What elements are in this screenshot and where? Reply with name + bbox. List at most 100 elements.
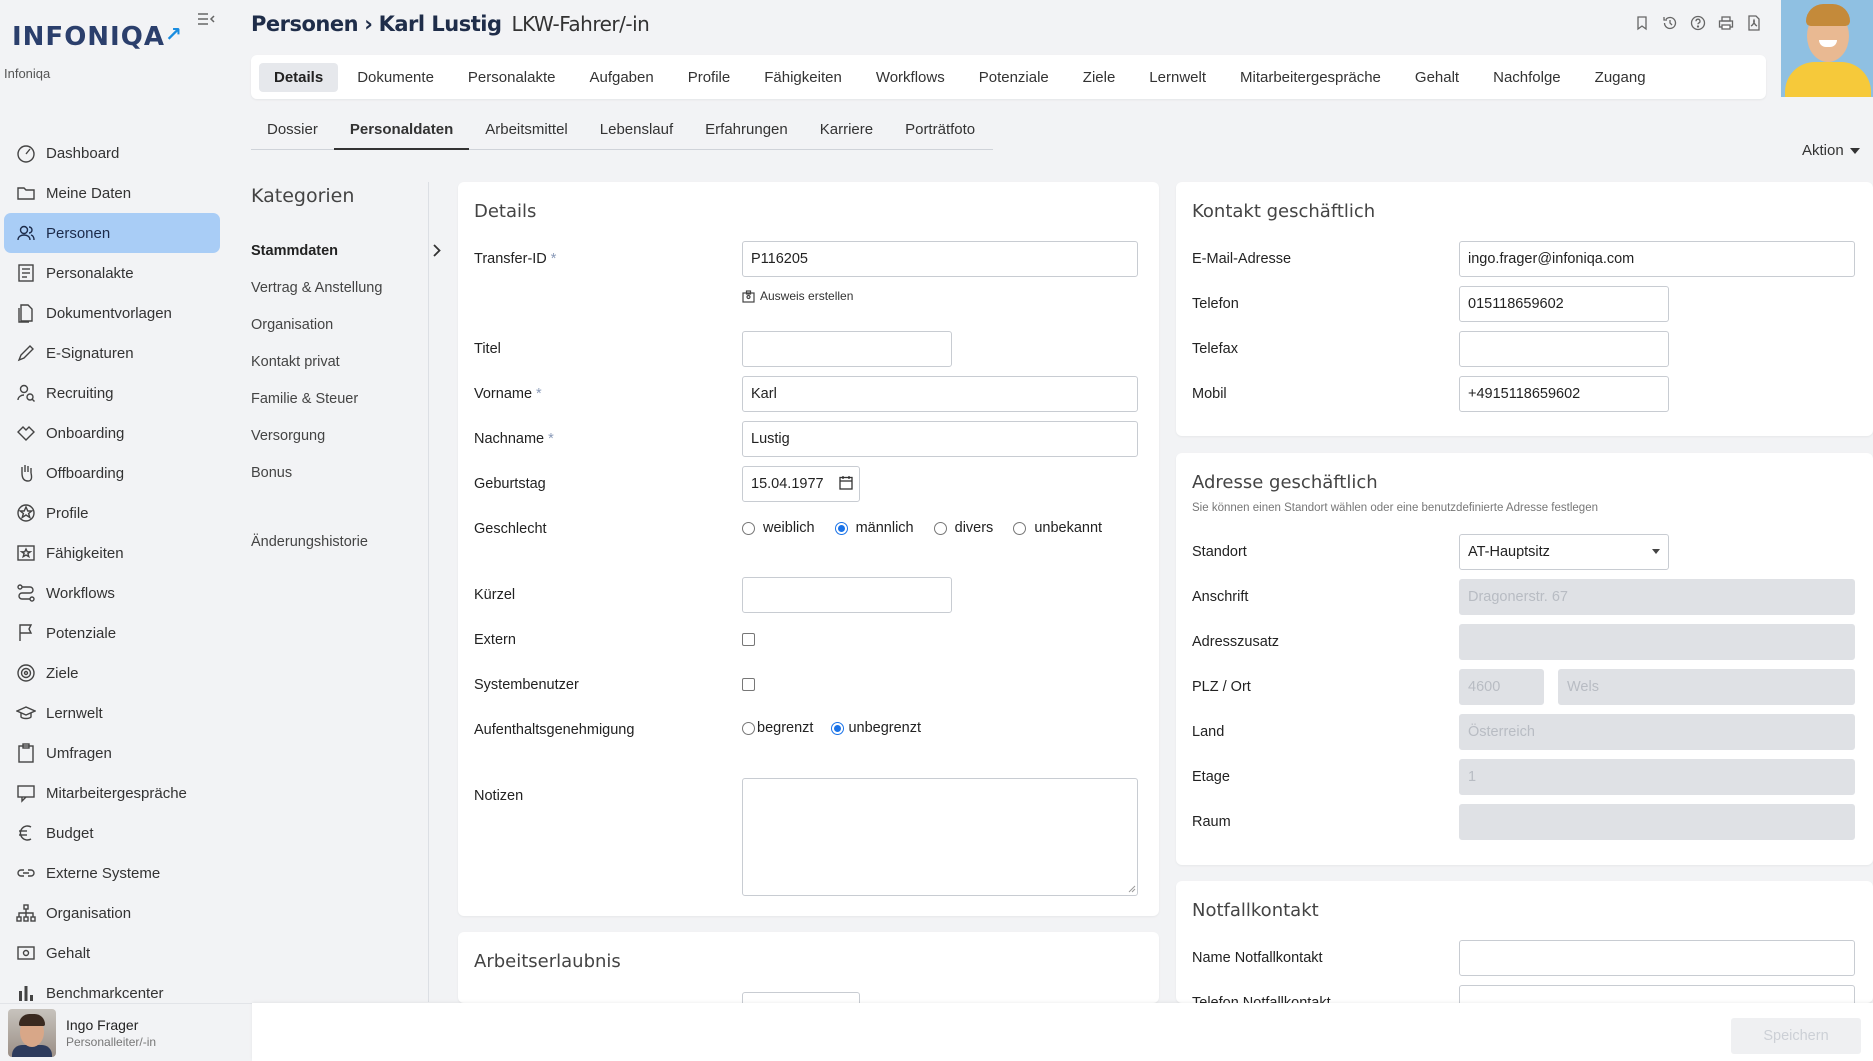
sidebar-item-workflows[interactable]: Workflows xyxy=(4,573,220,613)
kategorie-vertrag-anstellung[interactable]: Vertrag & Anstellung xyxy=(251,269,441,306)
titel-input[interactable] xyxy=(742,331,952,367)
tab-profile[interactable]: Profile xyxy=(673,63,746,92)
subtab-dossier[interactable]: Dossier xyxy=(251,115,334,150)
workflow-icon xyxy=(14,581,38,605)
geschlecht-divers-radio[interactable]: divers xyxy=(933,520,993,536)
print-icon[interactable] xyxy=(1718,15,1734,31)
clipboard-icon xyxy=(14,741,38,765)
arbeitserlaubnis-input[interactable] xyxy=(742,992,860,1003)
kategorie-bonus[interactable]: Bonus xyxy=(251,454,441,491)
nachname-input[interactable]: Lustig xyxy=(742,421,1138,457)
sidebar-item-faehigkeiten[interactable]: Fähigkeiten xyxy=(4,533,220,573)
bookmark-icon[interactable] xyxy=(1634,15,1650,31)
sidebar-item-umfragen[interactable]: Umfragen xyxy=(4,733,220,773)
sidebar-item-personen[interactable]: Personen xyxy=(4,213,220,253)
kategorie-organisation[interactable]: Organisation xyxy=(251,306,441,343)
tab-dokumente[interactable]: Dokumente xyxy=(342,63,449,92)
tab-mitarbeitergespraeche[interactable]: Mitarbeitergespräche xyxy=(1225,63,1396,92)
save-button[interactable]: Speichern xyxy=(1731,1018,1861,1054)
raum-input[interactable] xyxy=(1459,804,1855,840)
kategorie-stammdaten[interactable]: Stammdaten xyxy=(251,232,441,269)
history-icon[interactable] xyxy=(1662,15,1678,31)
tab-nachfolge[interactable]: Nachfolge xyxy=(1478,63,1576,92)
sidebar-item-organisation[interactable]: Organisation xyxy=(4,893,220,933)
sidebar-item-potenziale[interactable]: Potenziale xyxy=(4,613,220,653)
breadcrumb-personen[interactable]: Personen xyxy=(251,12,359,36)
tab-details[interactable]: Details xyxy=(259,62,339,92)
aktion-dropdown[interactable]: Aktion xyxy=(1802,142,1860,159)
subtab-portraetfoto[interactable]: Porträtfoto xyxy=(889,115,991,150)
sidebar-item-ziele[interactable]: Ziele xyxy=(4,653,220,693)
pdf-icon[interactable] xyxy=(1746,15,1762,31)
sidebar-item-lernwelt[interactable]: Lernwelt xyxy=(4,693,220,733)
kategorie-aenderungshistorie[interactable]: Änderungshistorie xyxy=(251,523,441,560)
document-icon xyxy=(14,301,38,325)
sidebar-item-gehalt[interactable]: Gehalt xyxy=(4,933,220,973)
notfall-name-input[interactable] xyxy=(1459,940,1855,976)
aufenthalt-unbegrenzt-radio[interactable]: unbegrenzt xyxy=(831,720,921,736)
sidebar-item-mitarbeitergespraeche[interactable]: Mitarbeitergespräche xyxy=(4,773,220,813)
kategorie-kontakt-privat[interactable]: Kontakt privat xyxy=(251,343,441,380)
ort-input[interactable]: Wels xyxy=(1558,669,1855,705)
tab-personalakte[interactable]: Personalakte xyxy=(453,63,571,92)
person-photo[interactable] xyxy=(1781,0,1873,97)
tab-potenziale[interactable]: Potenziale xyxy=(964,63,1064,92)
calendar-icon[interactable] xyxy=(839,475,853,490)
tab-aufgaben[interactable]: Aufgaben xyxy=(574,63,668,92)
tab-zugang[interactable]: Zugang xyxy=(1580,63,1661,92)
sidebar-item-budget[interactable]: Budget xyxy=(4,813,220,853)
telefax-input[interactable] xyxy=(1459,331,1669,367)
help-icon[interactable] xyxy=(1690,15,1706,31)
sidebar-item-meine-daten[interactable]: Meine Daten xyxy=(4,173,220,213)
infoniqa-logo[interactable]: INFONIQA↗ xyxy=(12,22,183,52)
collapse-sidebar-icon[interactable] xyxy=(197,12,217,30)
sidebar-item-offboarding[interactable]: Offboarding xyxy=(4,453,220,493)
anschrift-input[interactable]: Dragonerstr. 67 xyxy=(1459,579,1855,615)
etage-input[interactable]: 1 xyxy=(1459,759,1855,795)
current-user[interactable]: Ingo Frager Personalleiter/-in xyxy=(0,1003,252,1061)
subtab-lebenslauf[interactable]: Lebenslauf xyxy=(584,115,689,150)
telefon-input[interactable]: 015118659602 xyxy=(1459,286,1669,322)
systembenutzer-checkbox[interactable] xyxy=(742,678,755,691)
geschlecht-maennlich-radio[interactable]: männlich xyxy=(834,520,914,536)
subtab-personaldaten[interactable]: Personaldaten xyxy=(333,115,470,150)
notizen-textarea[interactable] xyxy=(742,778,1138,896)
email-input[interactable]: ingo.frager@infoniqa.com xyxy=(1459,241,1855,277)
tab-workflows[interactable]: Workflows xyxy=(861,63,960,92)
kuerzel-input[interactable] xyxy=(742,577,952,613)
sidebar-item-onboarding[interactable]: Onboarding xyxy=(4,413,220,453)
tab-ziele[interactable]: Ziele xyxy=(1068,63,1131,92)
resize-handle-icon[interactable] xyxy=(1128,885,1136,893)
geschlecht-unbekannt-radio[interactable]: unbekannt xyxy=(1013,520,1102,536)
plz-input[interactable]: 4600 xyxy=(1459,669,1544,705)
tab-faehigkeiten[interactable]: Fähigkeiten xyxy=(749,63,857,92)
adresszusatz-input[interactable] xyxy=(1459,624,1855,660)
kategorie-versorgung[interactable]: Versorgung xyxy=(251,417,441,454)
notfall-telefon-input[interactable] xyxy=(1459,985,1855,1003)
tab-lernwelt[interactable]: Lernwelt xyxy=(1134,63,1221,92)
subtab-erfahrungen[interactable]: Erfahrungen xyxy=(689,115,804,150)
transfer-id-input[interactable]: P116205 xyxy=(742,241,1138,277)
standort-select[interactable]: AT-Hauptsitz xyxy=(1459,534,1669,570)
sidebar-item-externe-systeme[interactable]: Externe Systeme xyxy=(4,853,220,893)
sidebar-item-dokumentvorlagen[interactable]: Dokumentvorlagen xyxy=(4,293,220,333)
mobil-input[interactable]: +4915118659602 xyxy=(1459,376,1669,412)
ausweis-erstellen-link[interactable]: Ausweis erstellen xyxy=(742,289,853,303)
land-input[interactable]: Österreich xyxy=(1459,714,1855,750)
geschlecht-weiblich-radio[interactable]: weiblich xyxy=(742,520,815,536)
subtab-karriere[interactable]: Karriere xyxy=(804,115,889,150)
extern-checkbox[interactable] xyxy=(742,633,755,646)
kategorie-familie-steuer[interactable]: Familie & Steuer xyxy=(251,380,441,417)
plz-ort-label: PLZ / Ort xyxy=(1192,679,1251,695)
sidebar-item-dashboard[interactable]: Dashboard xyxy=(4,133,220,173)
sidebar-item-personalakte[interactable]: Personalakte xyxy=(4,253,220,293)
vorname-input[interactable]: Karl xyxy=(742,376,1138,412)
user-role: Personalleiter/-in xyxy=(66,1034,157,1049)
aufenthalt-begrenzt-radio[interactable]: begrenzt xyxy=(742,720,813,736)
footer-bar xyxy=(252,1003,1873,1061)
sidebar-item-e-signaturen[interactable]: E-Signaturen xyxy=(4,333,220,373)
sidebar-item-recruiting[interactable]: Recruiting xyxy=(4,373,220,413)
tab-gehalt[interactable]: Gehalt xyxy=(1400,63,1474,92)
subtab-arbeitsmittel[interactable]: Arbeitsmittel xyxy=(469,115,584,150)
sidebar-item-profile[interactable]: Profile xyxy=(4,493,220,533)
